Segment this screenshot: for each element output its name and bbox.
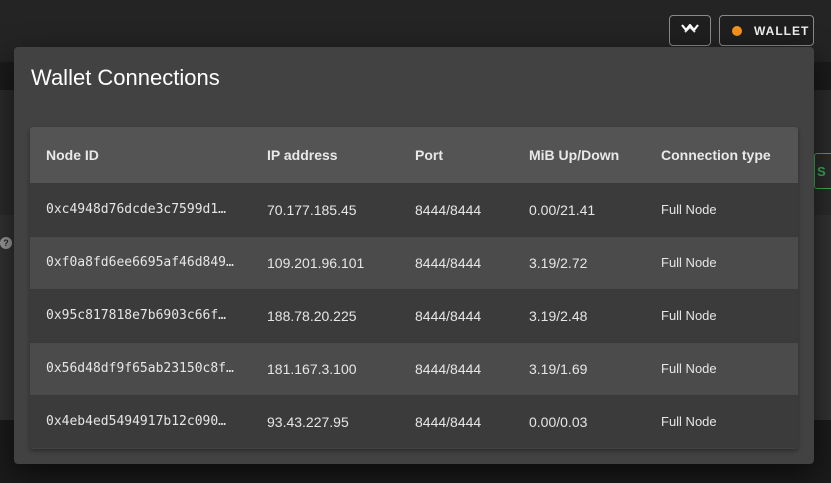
connection-type-cell: Full Node [661,255,717,270]
column-header-ip-address: IP address [267,146,338,163]
connections-table-container: Node ID IP address Port MiB Up/Down Conn… [30,127,798,449]
connection-type-cell: Full Node [661,308,717,323]
table-row: 0x95c817818e7b6903c66f… 188.78.20.225 84… [30,289,798,342]
mib-cell: 3.19/2.72 [529,254,588,271]
dialog-title: Wallet Connections [31,65,220,90]
mib-cell: 3.19/1.69 [529,360,588,377]
mib-cell: 3.19/2.48 [529,307,588,324]
connections-button[interactable] [669,15,711,46]
ip-cell: 109.201.96.101 [267,254,365,271]
connections-table: Node ID IP address Port MiB Up/Down Conn… [30,127,798,448]
table-header-row: Node ID IP address Port MiB Up/Down Conn… [30,127,798,183]
table-row: 0xc4948d76dcde3c7599d1… 70.177.185.45 84… [30,183,798,236]
background-status-chip: S [814,153,831,189]
connection-type-cell: Full Node [661,361,717,376]
table-row: 0x4eb4ed5494917b12c090… 93.43.227.95 844… [30,395,798,448]
column-header-connection-type: Connection type [661,146,771,163]
help-icon[interactable]: ? [0,237,12,249]
ip-cell: 93.43.227.95 [267,413,349,430]
wallet-connections-dialog: Wallet Connections Node ID IP address Po… [14,47,814,464]
mib-cell: 0.00/21.41 [529,201,596,218]
port-cell: 8444/8444 [415,254,482,271]
column-header-port: Port [415,146,443,163]
node-id-cell: 0xc4948d76dcde3c7599d1… [46,202,227,217]
node-id-cell: 0x4eb4ed5494917b12c090… [46,414,227,430]
node-id-cell: 0x56d48df9f65ab23150c8f… [46,361,234,376]
column-header-mib: MiB Up/Down [529,146,620,163]
port-cell: 8444/8444 [415,360,482,377]
table-row: 0xf0a8fd6ee6695af46d849… 109.201.96.101 … [30,236,798,289]
ip-cell: 188.78.20.225 [267,307,357,324]
connection-type-cell: Full Node [661,202,717,217]
port-cell: 8444/8444 [415,413,482,430]
mib-cell: 0.00/0.03 [529,413,588,430]
ip-cell: 70.177.185.45 [267,201,357,218]
wallet-status-dot [732,25,742,36]
table-row: 0x56d48df9f65ab23150c8f… 181.167.3.100 8… [30,342,798,395]
node-id-cell: 0x95c817818e7b6903c66f… [46,308,227,323]
connection-type-cell: Full Node [661,414,717,430]
wallet-button-label: WALLET [754,23,810,38]
wallet-button[interactable]: WALLET [719,15,814,46]
port-cell: 8444/8444 [415,201,482,218]
ip-cell: 181.167.3.100 [267,360,357,377]
column-header-node-id: Node ID [46,146,99,163]
node-id-cell: 0xf0a8fd6ee6695af46d849… [46,255,234,270]
port-cell: 8444/8444 [415,307,482,324]
wave-chia-icon [680,21,700,40]
